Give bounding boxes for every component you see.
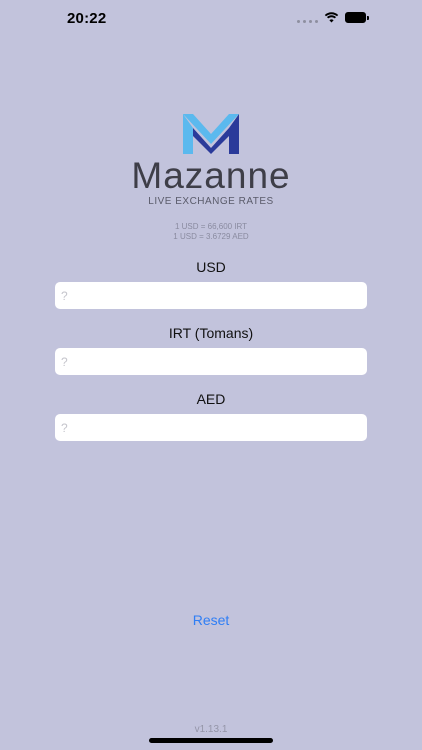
battery-icon — [345, 12, 369, 23]
brand-header: Mazanne LIVE EXCHANGE RATES — [0, 112, 422, 207]
reset-button[interactable]: Reset — [0, 612, 422, 628]
rate-line-aed: 1 USD = 3.6729 AED — [173, 232, 249, 241]
wifi-icon — [324, 12, 339, 23]
status-time: 20:22 — [67, 10, 107, 27]
usd-input[interactable] — [55, 282, 367, 309]
exchange-rates: 1 USD = 66,600 IRT 1 USD = 3.6729 AED — [0, 222, 422, 242]
irt-label: IRT (Tomans) — [168, 325, 254, 341]
home-indicator[interactable] — [149, 738, 273, 743]
aed-input[interactable] — [55, 414, 367, 441]
usd-label: USD — [196, 259, 226, 275]
aed-label: AED — [196, 391, 226, 407]
app-version: v1.13.1 — [194, 724, 228, 735]
usd-field-group: USD — [55, 257, 367, 309]
rate-line-irt: 1 USD = 66,600 IRT — [174, 222, 248, 231]
mazanne-logo-icon — [183, 114, 239, 154]
brand-name: Mazanne — [131, 155, 291, 196]
aed-field-group: AED — [55, 389, 367, 441]
status-indicators — [297, 12, 369, 23]
irt-input[interactable] — [55, 348, 367, 375]
brand-tagline: LIVE EXCHANGE RATES — [148, 196, 274, 207]
irt-field-group: IRT (Tomans) — [55, 323, 367, 375]
status-bar: 20:22 — [0, 0, 422, 40]
cellular-signal-icon — [297, 13, 318, 23]
